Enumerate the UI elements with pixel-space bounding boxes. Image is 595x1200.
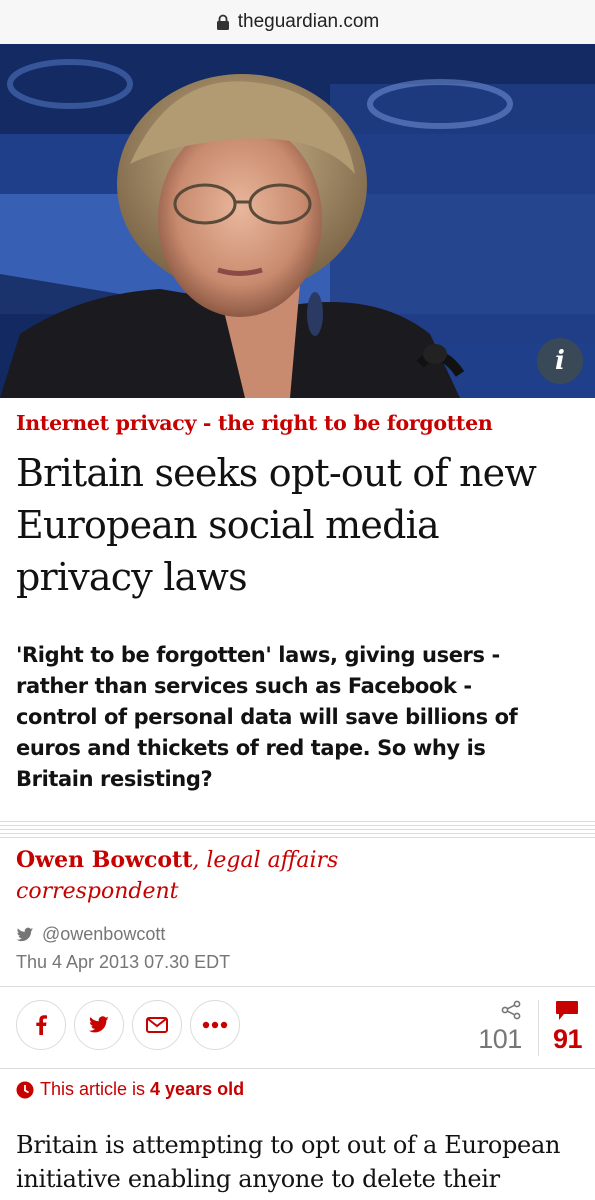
email-icon	[146, 1017, 168, 1033]
age-value: 4 years old	[150, 1079, 245, 1099]
hero-photo	[0, 44, 595, 398]
clock-icon	[16, 1081, 34, 1098]
lock-icon	[216, 14, 229, 30]
age-prefix: This article is	[40, 1079, 146, 1099]
article-body: Britain is attempting to opt out of a Eu…	[16, 1131, 561, 1193]
share-email-button[interactable]	[132, 1000, 182, 1050]
more-icon	[202, 1021, 228, 1029]
share-twitter-button[interactable]	[74, 1000, 124, 1050]
image-info-button[interactable]: i	[537, 338, 583, 384]
section-rules	[0, 821, 595, 841]
article-headline: Britain seeks opt-out of new European so…	[16, 451, 537, 599]
comment-icon	[556, 1001, 578, 1020]
twitter-icon	[16, 927, 34, 941]
share-icon	[501, 1000, 521, 1020]
publish-date: Thu 4 Apr 2013 07.30 EDT	[16, 952, 231, 972]
author-name[interactable]: Owen Bowcott	[16, 847, 192, 873]
divider	[0, 1068, 595, 1069]
share-count-value: 101	[478, 1024, 522, 1054]
divider	[0, 986, 595, 987]
article-standfirst: 'Right to be forgotten' laws, giving use…	[16, 643, 518, 791]
share-count[interactable]: 101	[470, 1000, 530, 1055]
article-kicker[interactable]: Internet privacy - the right to be forgo…	[16, 411, 493, 435]
share-more-button[interactable]	[190, 1000, 240, 1050]
twitter-handle: @owenbowcott	[42, 924, 166, 944]
facebook-icon	[36, 1015, 47, 1035]
byline: Owen Bowcott, legal affairs corresponden…	[16, 845, 416, 907]
comment-count[interactable]: 91	[545, 1000, 590, 1055]
share-facebook-button[interactable]	[16, 1000, 66, 1050]
twitter-icon	[88, 1016, 109, 1033]
url-text: theguardian.com	[237, 11, 380, 32]
article-age-warning: This article is 4 years old	[16, 1079, 244, 1100]
count-separator	[538, 1000, 539, 1056]
hero-image: i	[0, 44, 595, 398]
comment-count-value: 91	[552, 1024, 583, 1054]
twitter-link[interactable]: @owenbowcott	[16, 924, 165, 945]
address-bar[interactable]: theguardian.com	[0, 0, 595, 44]
share-buttons	[16, 1000, 240, 1050]
